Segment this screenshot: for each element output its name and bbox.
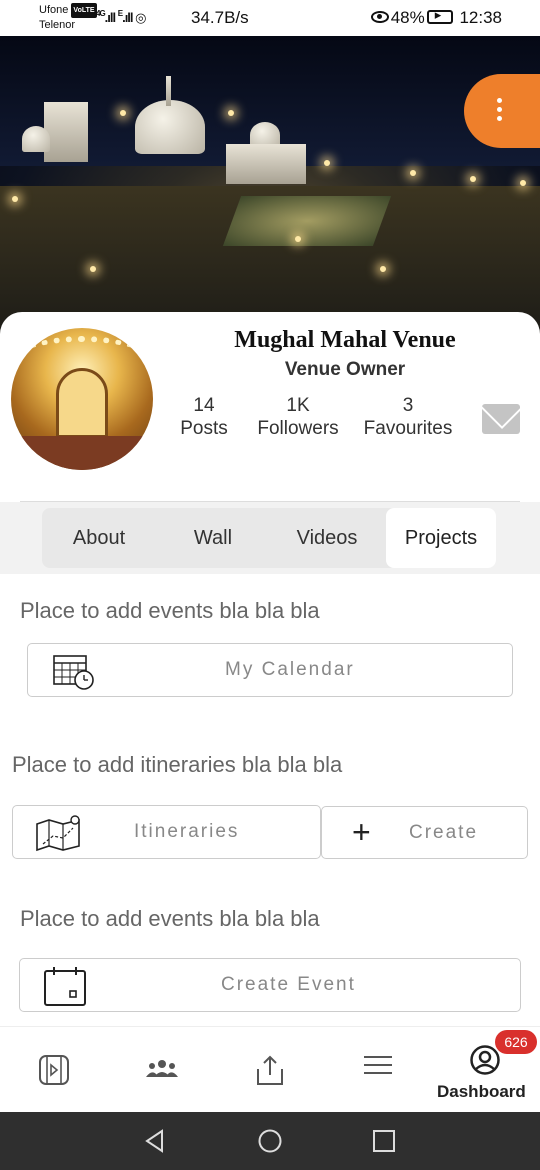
cover-light [410,170,416,176]
profile-role: Venue Owner [284,359,406,380]
stat-label: Followers [257,418,339,439]
mail-icon[interactable] [482,404,520,434]
create-event-label: Create Event [221,974,356,995]
volte-badge: VoLTE [71,3,97,18]
cover-dome-left [22,126,50,152]
net-speed: 34.7B/s [191,8,249,27]
cover-light [295,236,301,242]
avatar-arch [56,368,108,438]
back-icon[interactable] [142,1128,168,1154]
events-note: Place to add events bla bla bla [20,598,320,623]
group-icon [146,1060,178,1077]
vertical-dots-icon [497,98,503,125]
calendar-clock-icon [53,655,94,690]
stat-label: Posts [180,418,228,439]
plus-icon: + [352,814,371,850]
nav-menu[interactable] [333,1027,423,1113]
status-right: 48% 12:38 [370,7,502,28]
tab-projects[interactable]: Projects [386,508,496,568]
cover-light [90,266,96,272]
stat-label: Favourites [363,418,453,439]
system-nav-bar [0,1112,540,1170]
itineraries-note: Place to add itineraries bla bla bla [12,752,343,777]
events-note-2: Place to add events bla bla bla [20,906,320,931]
share-icon [257,1055,283,1085]
hamburger-menu-icon [364,1056,392,1074]
create-itinerary-button[interactable]: + Create [321,806,528,859]
carrier-2: Telenor [39,19,76,31]
notification-badge: 626 [495,1030,537,1054]
tab-about[interactable]: About [42,508,156,568]
stat-posts[interactable]: 14 Posts [176,394,232,440]
signal-icon: 4G.ıll E.ıll ◎ [96,9,146,25]
cover-dome [135,100,205,154]
my-calendar-label: My Calendar [225,659,355,680]
create-event-button[interactable]: Create Event [19,958,521,1012]
my-calendar-button[interactable]: My Calendar [27,643,513,697]
stat-value: 1K [286,395,310,416]
battery-percent: 48% [390,8,425,27]
cover-light [120,110,126,116]
cover-image [0,36,540,336]
cover-light [470,176,476,182]
status-bar: Ufone VoLTE Telenor 4G.ıll E.ıll ◎ 34.7B… [0,0,540,36]
cover-light [324,160,330,166]
cover-tower [44,102,88,162]
nav-media[interactable] [9,1027,99,1113]
clock: 12:38 [459,8,502,27]
dashboard-label[interactable]: Dashboard [437,1082,526,1102]
nav-share[interactable] [225,1027,315,1113]
create-label: Create [409,822,479,843]
stat-value: 3 [402,395,414,416]
battery-icon [426,7,453,24]
carrier-names: Ufone VoLTE Telenor [39,3,97,33]
stat-favourites[interactable]: 3 Favourites [358,394,458,440]
home-icon[interactable] [257,1128,283,1154]
calendar-icon [44,967,86,1006]
tab-wall[interactable]: Wall [156,508,270,568]
profile-name: Mughal Mahal Venue [234,327,456,353]
avatar[interactable] [11,328,153,470]
eye-comfort-icon [370,11,389,23]
nav-groups[interactable] [117,1027,207,1113]
cover-light [520,180,526,186]
cover-gazebo [226,144,306,184]
map-route-icon [36,815,80,852]
tab-videos[interactable]: Videos [270,508,384,568]
profile-card: Mughal Mahal Venue Venue Owner 14 Posts … [0,312,540,502]
profile-tabs: About Wall Videos Projects [42,508,496,568]
avatar-floor [11,436,153,470]
cover-light [228,110,234,116]
stat-value: 14 [193,395,215,416]
menu-button[interactable] [464,74,540,148]
media-player-icon [39,1055,69,1085]
itineraries-label: Itineraries [134,821,240,842]
stat-followers[interactable]: 1K Followers [252,394,344,440]
cover-pool [222,196,392,246]
bottom-nav: Dashboard 626 [0,1026,540,1112]
cover-light [12,196,18,202]
carrier-1: Ufone [39,4,69,16]
recents-icon[interactable] [372,1129,396,1153]
cover-spire [166,76,171,106]
cover-light [380,266,386,272]
itineraries-button[interactable]: Itineraries [12,805,321,859]
